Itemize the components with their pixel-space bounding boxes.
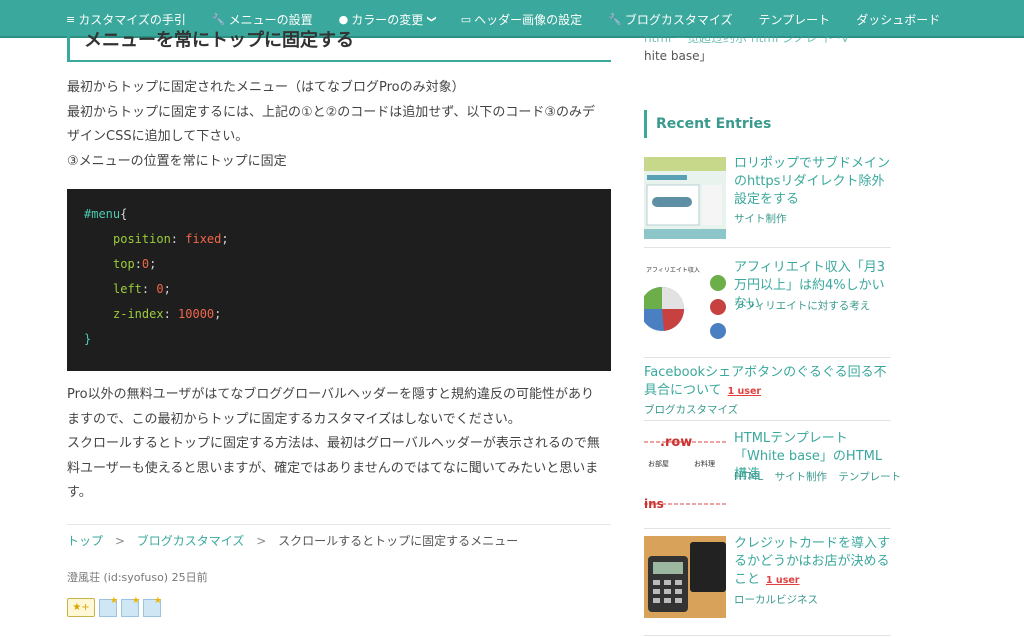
text-line: スクロールするとトップに固定する方法は、最初はグローバルヘッダーが表示されるので… bbox=[67, 436, 600, 451]
text-line: 最初からトップに固定するには、上記の①と②のコードは追加せず、以下のコード③のみ… bbox=[67, 104, 596, 120]
entry-thumbnail[interactable] bbox=[644, 157, 726, 239]
thumbnail-text: ins bbox=[644, 497, 664, 511]
entry-title-text: クレジットカードを導入するかどうかはお店が決めること bbox=[734, 536, 891, 587]
entry-title-link[interactable]: Facebookシェアボタンのぐるぐる回る不具合について 1 user bbox=[644, 364, 891, 401]
entry-categories: HTML サイト制作 テンプレート bbox=[734, 469, 909, 484]
sidebar-cut-line: html 一览超过约示 html ンノレ ト ·V bbox=[644, 31, 850, 45]
category-link[interactable]: ローカルビジネス bbox=[734, 594, 818, 606]
users-badge[interactable]: 1 user bbox=[728, 386, 761, 397]
category-link[interactable]: HTML bbox=[734, 471, 763, 483]
code-property: left bbox=[113, 282, 142, 296]
entry-categories: アフィリエイトに対する考え bbox=[734, 298, 878, 313]
entry-thumbnail[interactable]: .row お部屋 お料理 ins bbox=[644, 432, 726, 514]
breadcrumb-category-link[interactable]: ブログカスタマイズ bbox=[137, 534, 245, 548]
entry-title-link[interactable]: ロリポップでサブドメインのhttpsリダイレクト除外設定をする bbox=[734, 155, 894, 209]
section-heading-text: メニューを常にトップに固定する bbox=[84, 30, 354, 51]
entry-thumbnail[interactable] bbox=[644, 536, 726, 618]
code-value: 10000 bbox=[178, 307, 215, 321]
text-line: す。 bbox=[67, 485, 92, 500]
code-line: left: 0; bbox=[113, 282, 171, 296]
recent-entry[interactable]: .row お部屋 お料理 ins HTMLテンプレート「White base」の… bbox=[644, 430, 901, 529]
svg-text:お部屋: お部屋 bbox=[648, 459, 669, 468]
code-property: position bbox=[113, 232, 171, 246]
star-avatar[interactable] bbox=[99, 596, 118, 617]
entry-title-text: Facebookシェアボタンのぐるぐる回る不具合について bbox=[644, 365, 887, 398]
recent-entry[interactable]: Facebookシェアボタンのぐるぐる回る不具合について 1 user ブログカス… bbox=[644, 364, 891, 421]
category-link[interactable]: ブログカスタマイズ bbox=[644, 404, 738, 416]
code-selector: #menu bbox=[84, 207, 121, 221]
text-line: 料ユーザーも使えると思いますが、確定ではありませんのではてなに聞いてみたいと思い… bbox=[67, 460, 599, 476]
hatena-stars: ★+ bbox=[67, 596, 165, 617]
svg-text:アフィリエイト収入: アフィリエイト収入 bbox=[646, 267, 700, 274]
code-property: top bbox=[113, 257, 135, 271]
star-avatar[interactable] bbox=[143, 596, 162, 617]
code-line: position: fixed; bbox=[113, 232, 229, 246]
breadcrumb-home-link[interactable]: トップ bbox=[67, 534, 103, 548]
code-line: } bbox=[84, 332, 91, 346]
code-brace: { bbox=[120, 207, 128, 221]
code-value: fixed bbox=[185, 232, 222, 246]
text-line: 最初からトップに固定されたメニュー（はてなブログProのみ対象） bbox=[67, 80, 465, 95]
svg-text:お料理: お料理 bbox=[694, 459, 715, 468]
category-link[interactable]: サイト制作 bbox=[775, 471, 828, 483]
divider bbox=[67, 524, 611, 525]
code-line: #menu{ bbox=[84, 207, 127, 221]
nav-item-template[interactable]: テンプレート bbox=[759, 11, 831, 28]
nav-item-label: ブログカスタマイズ bbox=[624, 12, 733, 27]
article-paragraph: Pro以外の無料ユーザがはてなブロググローバルヘッダーを隠すと規約違反の可能性が… bbox=[67, 383, 615, 506]
entry-title-link[interactable]: クレジットカードを導入するかどうかはお店が決めること 1 user bbox=[734, 535, 894, 590]
category-link[interactable]: テンプレート bbox=[838, 471, 901, 483]
recent-entry[interactable]: アフィリエイト収入 アフィリエイト収入「月3万円以上」は約4%しかいない アフィ… bbox=[644, 259, 891, 358]
star-avatar[interactable] bbox=[121, 596, 140, 617]
entry-categories: サイト制作 bbox=[734, 211, 795, 226]
section-heading: メニューを常にトップに固定する bbox=[67, 22, 611, 62]
code-line: top:0; bbox=[113, 257, 157, 271]
code-property: z-index bbox=[113, 307, 164, 321]
category-link[interactable]: サイト制作 bbox=[734, 213, 787, 225]
nav-item-dashboard[interactable]: ダッシュボード bbox=[856, 11, 940, 28]
breadcrumb-separator: > bbox=[256, 534, 267, 548]
code-line: z-index: 10000; bbox=[113, 307, 222, 321]
nav-item-label: テンプレート bbox=[758, 12, 831, 27]
breadcrumb-current: スクロールするとトップに固定するメニュー bbox=[278, 534, 519, 548]
users-badge[interactable]: 1 user bbox=[766, 575, 799, 586]
text-line: ザインCSSに追加して下さい。 bbox=[67, 129, 249, 144]
code-value: 0 bbox=[156, 282, 164, 296]
breadcrumb-separator: > bbox=[114, 534, 125, 548]
recent-entry[interactable]: ロリポップでサブドメインのhttpsリダイレクト除外設定をする サイト制作 bbox=[644, 155, 891, 248]
sidebar-cut-line: hite base」 bbox=[644, 49, 712, 63]
entry-categories: ローカルビジネス bbox=[734, 592, 826, 607]
author-info[interactable]: 澄風荘 (id:syofuso) 25日前 bbox=[67, 569, 208, 585]
thumbnail-text: .row bbox=[660, 435, 692, 450]
text-line: ③メニューの位置を常にトップに固定 bbox=[67, 153, 287, 169]
entry-categories: ブログカスタマイズ bbox=[644, 402, 746, 417]
text-line: ますので、この最初からトップに固定するカスタマイズはしないでください。 bbox=[67, 411, 521, 427]
code-block[interactable]: #menu{ position: fixed; top:0; left: 0; … bbox=[67, 189, 611, 371]
entry-thumbnail[interactable]: アフィリエイト収入 bbox=[644, 261, 726, 343]
add-star-button[interactable]: ★+ bbox=[67, 598, 95, 617]
nav-item-blog-customize[interactable]: 🔧 ブログカスタマイズ bbox=[608, 11, 732, 28]
breadcrumb: トップ > ブログカスタマイズ > スクロールするとトップに固定するメニュー bbox=[67, 532, 518, 549]
recent-entry[interactable]: クレジットカードを導入するかどうかはお店が決めること 1 user ローカルビジネ… bbox=[644, 535, 891, 636]
article-paragraph: 最初からトップに固定されたメニュー（はてなブログProのみ対象） 最初からトップ… bbox=[67, 76, 615, 174]
category-link[interactable]: アフィリエイトに対する考え bbox=[734, 300, 870, 312]
nav-item-label: ダッシュボード bbox=[856, 12, 941, 27]
recent-entries-heading: Recent Entries bbox=[644, 110, 894, 138]
sidebar-previous-entry[interactable]: html 一览超过约示 html ンノレ ト ·V hite base」 bbox=[644, 28, 894, 66]
text-line: Pro以外の無料ユーザがはてなブロググローバルヘッダーを隠すと規約違反の可能性が… bbox=[67, 387, 594, 402]
code-brace: } bbox=[84, 332, 92, 346]
